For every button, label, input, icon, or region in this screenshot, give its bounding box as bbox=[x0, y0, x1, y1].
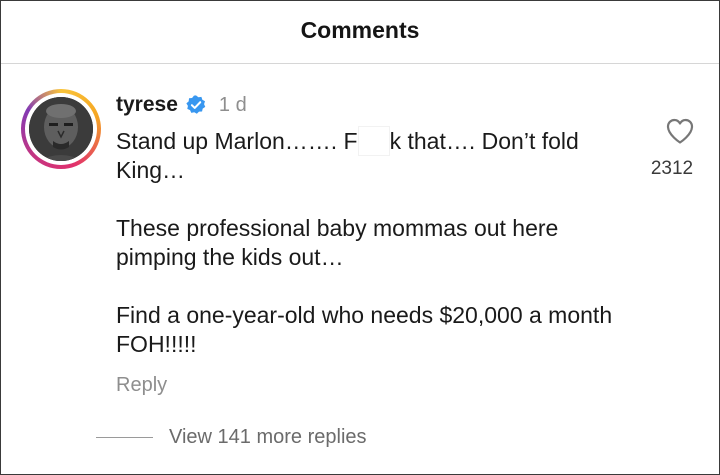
censor-box bbox=[358, 127, 389, 155]
comments-header: Comments bbox=[1, 1, 719, 64]
username[interactable]: tyrese bbox=[116, 93, 178, 117]
comment-author-row: tyrese 1 d bbox=[116, 91, 247, 119]
reply-button[interactable]: Reply bbox=[116, 374, 167, 397]
comment-paragraph-3: Find a one-year-old who needs $20,000 a … bbox=[116, 302, 613, 357]
comment-paragraph-1: Stand up Marlon……. Fk that…. Don’t fold … bbox=[116, 127, 636, 185]
view-replies-label: View 141 more replies bbox=[169, 425, 367, 448]
comment-timestamp: 1 d bbox=[218, 93, 247, 116]
like-count: 2312 bbox=[650, 158, 694, 179]
comments-panel: Comments tyrese 1 d Stand up Marlon……. F… bbox=[0, 0, 720, 475]
view-replies-button[interactable]: View 141 more replies bbox=[96, 425, 367, 449]
comment-text-part-1: Stand up Marlon……. F bbox=[116, 128, 358, 154]
verified-badge-icon bbox=[186, 95, 206, 114]
heart-outline-icon[interactable] bbox=[665, 117, 695, 145]
avatar-photo bbox=[29, 97, 93, 161]
comment-body: Stand up Marlon……. Fk that…. Don’t fold … bbox=[116, 127, 636, 359]
profile-photo-icon bbox=[29, 97, 93, 161]
replies-divider-line bbox=[96, 436, 153, 438]
avatar[interactable] bbox=[21, 89, 101, 169]
page-title: Comments bbox=[300, 16, 420, 43]
comment-paragraph-2: These professional baby mommas out here … bbox=[116, 215, 559, 270]
